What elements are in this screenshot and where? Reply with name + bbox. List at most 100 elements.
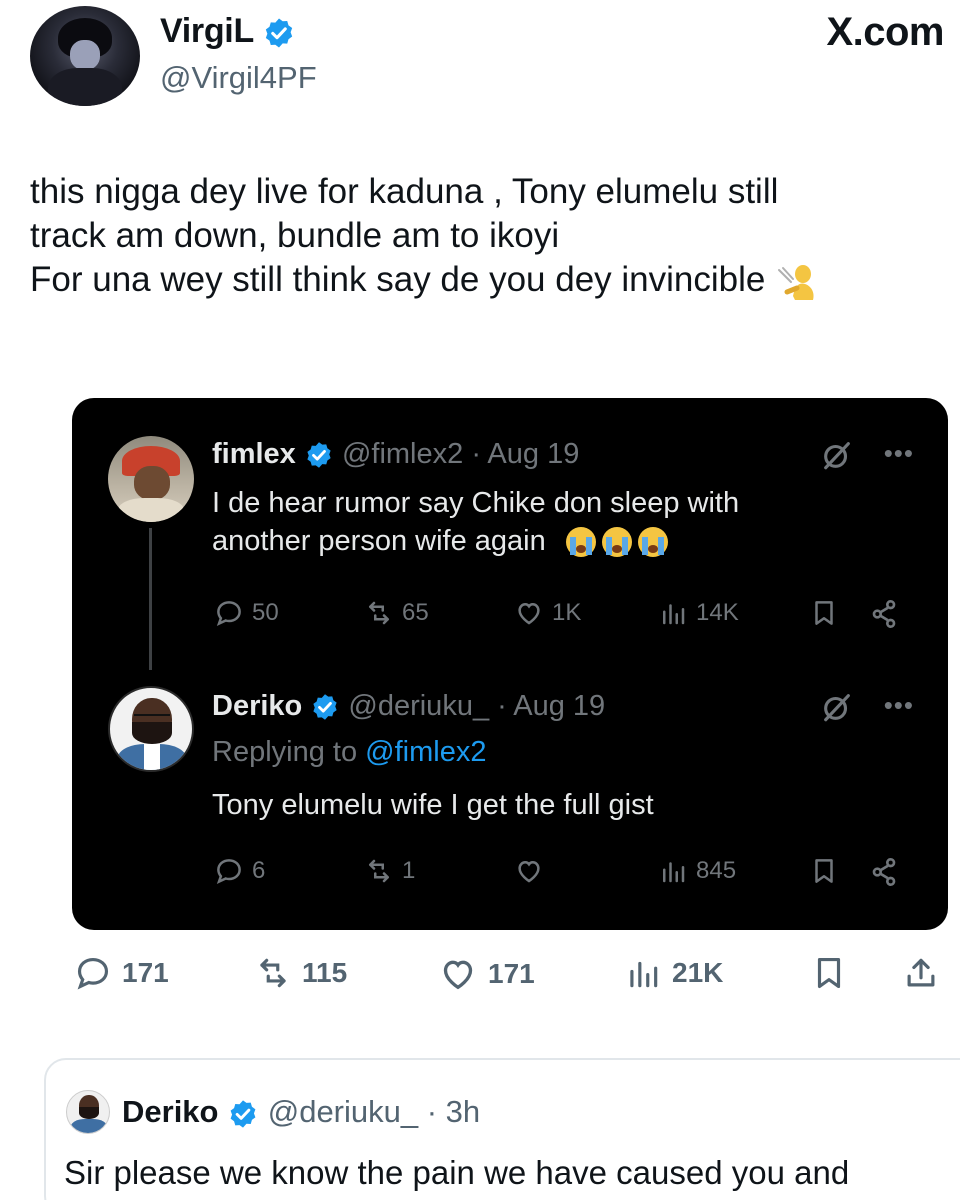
bookmark-icon bbox=[815, 601, 833, 625]
bookmark-button[interactable] bbox=[809, 598, 839, 628]
verified-badge-icon bbox=[230, 1100, 256, 1128]
reply-button[interactable]: 171 bbox=[74, 954, 169, 992]
views-count: 845 bbox=[696, 857, 737, 884]
avatar-face bbox=[134, 466, 170, 500]
embedded-actions-bar: 6 1 845 bbox=[214, 856, 914, 892]
embedded-author-name[interactable]: Deriko bbox=[212, 690, 302, 722]
embedded-tweet-text: I de hear rumor say Chike don sleep with… bbox=[212, 484, 739, 560]
replying-to: Replying to @fimlex2 bbox=[212, 736, 486, 769]
share-icon bbox=[872, 858, 896, 886]
reply-count: 6 bbox=[252, 857, 266, 884]
share-button[interactable] bbox=[868, 598, 900, 630]
reply-card[interactable]: Deriko @deriuku_ · 3h Sir please we know… bbox=[44, 1058, 960, 1200]
more-options-icon[interactable]: ••• bbox=[884, 690, 914, 721]
embedded-author-handle[interactable]: @deriuku_ bbox=[348, 690, 489, 722]
tweet-line: this nigga dey live for kaduna , Tony el… bbox=[30, 172, 779, 211]
reply-text: Sir please we know the pain we have caus… bbox=[64, 1154, 850, 1191]
like-button[interactable] bbox=[514, 856, 552, 886]
embedded-date[interactable]: · Aug 19 bbox=[471, 438, 579, 470]
embedded-author-handle[interactable]: @fimlex2 bbox=[342, 438, 463, 470]
author-handle[interactable]: @Virgil4PF bbox=[160, 60, 317, 96]
embedded-thread[interactable]: fimlex @fimlex2 · Aug 19 ••• I de hear r… bbox=[72, 398, 948, 930]
views-icon bbox=[663, 604, 685, 625]
views-button[interactable]: 21K bbox=[624, 954, 723, 992]
main-actions-bar: 171 115 171 21K bbox=[72, 954, 948, 998]
bookmark-icon bbox=[815, 859, 833, 883]
embedded-author-name[interactable]: fimlex bbox=[212, 438, 296, 470]
grok-icon[interactable] bbox=[820, 438, 854, 472]
views-count: 21K bbox=[672, 957, 724, 988]
like-count: 1K bbox=[552, 599, 582, 626]
like-count: 171 bbox=[488, 958, 535, 989]
verified-badge-icon bbox=[313, 694, 337, 721]
embedded-text-line-text: another person wife again bbox=[212, 525, 546, 557]
reply-button[interactable]: 6 bbox=[214, 856, 265, 886]
repost-count: 115 bbox=[302, 957, 348, 988]
reply-author-name[interactable]: Deriko bbox=[122, 1094, 218, 1129]
embedded-actions-bar: 50 65 1K 14K bbox=[214, 598, 914, 634]
fimlex-avatar[interactable] bbox=[108, 436, 194, 522]
embedded-tweet-header: Deriko @deriuku_ · Aug 19 bbox=[212, 690, 605, 723]
views-icon bbox=[663, 862, 685, 883]
repost-count: 65 bbox=[402, 599, 429, 626]
tweet-line-text: For una wey still think say de you dey i… bbox=[30, 260, 766, 299]
verified-badge-icon bbox=[266, 18, 293, 48]
views-count: 14K bbox=[696, 599, 739, 626]
avatar-beard bbox=[132, 722, 172, 744]
embedded-date[interactable]: · Aug 19 bbox=[497, 690, 605, 722]
reply-count: 171 bbox=[122, 957, 169, 988]
grok-icon[interactable] bbox=[820, 690, 854, 724]
repost-icon bbox=[369, 859, 389, 883]
repost-button[interactable]: 1 bbox=[364, 856, 415, 886]
author-avatar[interactable] bbox=[30, 6, 140, 106]
repost-icon bbox=[260, 958, 286, 988]
tweet-text: this nigga dey live for kaduna , Tony el… bbox=[30, 170, 950, 302]
repost-button[interactable]: 65 bbox=[364, 598, 429, 628]
more-options-icon[interactable]: ••• bbox=[884, 438, 914, 469]
upload-share-icon bbox=[907, 958, 935, 987]
x-logo: X.com bbox=[826, 10, 944, 54]
share-button[interactable] bbox=[902, 954, 940, 992]
thread-connector-line bbox=[149, 528, 152, 670]
avatar-face bbox=[70, 40, 100, 70]
reply-button[interactable]: 50 bbox=[214, 598, 279, 628]
crying-face-emoji-icon bbox=[565, 527, 668, 558]
embedded-tweet-header: fimlex @fimlex2 · Aug 19 bbox=[212, 438, 579, 471]
views-icon bbox=[630, 961, 658, 988]
like-button[interactable]: 171 bbox=[438, 954, 535, 994]
hand-pointing-emoji-icon bbox=[778, 264, 814, 300]
repost-count: 1 bbox=[402, 857, 416, 884]
reply-header: Deriko @deriuku_ · 3h bbox=[122, 1094, 480, 1130]
repost-button[interactable]: 115 bbox=[254, 954, 347, 992]
bookmark-icon bbox=[817, 957, 841, 989]
tweet-line: For una wey still think say de you dey i… bbox=[30, 258, 950, 302]
views-button[interactable]: 845 bbox=[658, 856, 736, 886]
verified-badge-icon bbox=[307, 442, 331, 469]
embedded-text-line: I de hear rumor say Chike don sleep with bbox=[212, 487, 740, 519]
avatar-body bbox=[48, 68, 122, 106]
reply-author-avatar[interactable] bbox=[66, 1090, 110, 1134]
heart-icon bbox=[518, 860, 540, 883]
author-name[interactable]: VirgiL bbox=[160, 12, 296, 51]
embedded-tweet-text: Tony elumelu wife I get the full gist bbox=[212, 789, 654, 821]
reply-icon bbox=[216, 601, 241, 626]
avatar-suit bbox=[71, 1119, 107, 1133]
views-button[interactable]: 14K bbox=[658, 598, 739, 628]
reply-icon bbox=[216, 859, 241, 884]
share-icon bbox=[872, 600, 896, 628]
heart-icon bbox=[443, 960, 473, 990]
replying-to-label: Replying to bbox=[212, 736, 358, 768]
embedded-text-line: another person wife again bbox=[212, 522, 739, 560]
avatar-glasses bbox=[134, 714, 170, 720]
share-button[interactable] bbox=[868, 856, 900, 888]
bookmark-button[interactable] bbox=[810, 954, 848, 992]
bookmark-button[interactable] bbox=[809, 856, 839, 886]
reply-count: 50 bbox=[252, 599, 279, 626]
reply-author-handle[interactable]: @deriuku_ bbox=[268, 1094, 418, 1129]
replying-to-link[interactable]: @fimlex2 bbox=[365, 736, 486, 768]
author-name-text: VirgiL bbox=[160, 12, 254, 50]
reply-time[interactable]: · 3h bbox=[427, 1094, 480, 1129]
deriko-avatar[interactable] bbox=[108, 686, 194, 772]
like-button[interactable]: 1K bbox=[514, 598, 581, 628]
avatar-shirt bbox=[118, 498, 184, 522]
